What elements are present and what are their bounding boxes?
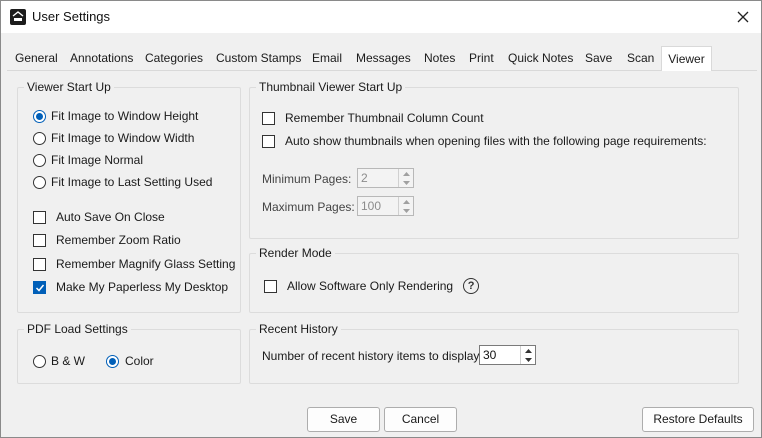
tab-annotations[interactable]: Annotations (70, 47, 133, 70)
radio-button[interactable] (33, 131, 46, 145)
checkbox[interactable] (262, 111, 275, 125)
minimum-pages-value[interactable]: 2 (358, 169, 398, 187)
checkbox-remember-zoom[interactable]: Remember Zoom Ratio (33, 233, 181, 247)
tab-custom-stamps[interactable]: Custom Stamps (216, 47, 301, 70)
window-title: User Settings (32, 9, 111, 24)
maximum-pages-label: Maximum Pages: (262, 200, 355, 214)
recent-history-stepper[interactable]: 30 (479, 345, 536, 365)
checkbox-software-rendering[interactable]: Allow Software Only Rendering ? (264, 278, 480, 294)
pdf-load-settings-label: PDF Load Settings (24, 322, 131, 336)
viewer-tab-panel: Viewer Start Up Fit Image to Window Heig… (7, 71, 757, 398)
radio-bw[interactable]: B & W (33, 354, 85, 368)
tab-email[interactable]: Email (312, 47, 342, 70)
close-button[interactable] (729, 5, 757, 29)
checkbox-auto-show-thumbnails[interactable]: Auto show thumbnails when opening files … (262, 134, 707, 148)
close-icon (737, 11, 749, 23)
checkbox[interactable] (33, 233, 46, 247)
radio-button[interactable] (33, 109, 46, 123)
checkbox-label: Make My Paperless My Desktop (56, 280, 229, 294)
checkbox[interactable] (33, 280, 46, 294)
pdf-load-settings-group: PDF Load Settings B & W Color (17, 322, 241, 384)
spin-down-icon[interactable] (399, 206, 413, 215)
user-settings-window: User Settings General Annotations Catego… (0, 0, 762, 438)
checkbox-label: Remember Thumbnail Column Count (285, 111, 484, 125)
recent-history-items-label: Number of recent history items to displa… (262, 349, 483, 363)
spin-up-icon[interactable] (399, 169, 413, 178)
radio-color[interactable]: Color (106, 354, 154, 368)
checkbox-auto-save-on-close[interactable]: Auto Save On Close (33, 210, 165, 224)
maximum-pages-value[interactable]: 100 (358, 197, 398, 215)
tab-scan[interactable]: Scan (627, 47, 654, 70)
tab-notes[interactable]: Notes (424, 47, 455, 70)
radio-label: Color (125, 354, 154, 368)
thumbnail-startup-group: Thumbnail Viewer Start Up Remember Thumb… (249, 80, 739, 239)
restore-defaults-button[interactable]: Restore Defaults (642, 407, 754, 432)
checkbox-remember-magnify[interactable]: Remember Magnify Glass Setting (33, 257, 235, 271)
checkbox[interactable] (262, 134, 275, 148)
checkbox-label: Remember Zoom Ratio (56, 233, 181, 247)
checkmark-icon (35, 284, 45, 292)
radio-button[interactable] (33, 153, 46, 167)
radio-label: Fit Image Normal (51, 153, 144, 167)
radio-fit-image-normal[interactable]: Fit Image Normal (33, 153, 143, 167)
radio-button[interactable] (33, 175, 46, 189)
checkbox-label: Auto show thumbnails when opening files … (285, 134, 707, 148)
checkbox[interactable] (264, 279, 277, 293)
tab-categories[interactable]: Categories (145, 47, 203, 70)
checkbox-paperless-desktop[interactable]: Make My Paperless My Desktop (33, 280, 228, 294)
paperless-app-icon (10, 9, 26, 25)
render-mode-label: Render Mode (256, 246, 335, 260)
cancel-button[interactable]: Cancel (384, 407, 457, 432)
tab-print[interactable]: Print (469, 47, 494, 70)
checkbox-label: Remember Magnify Glass Setting (56, 257, 236, 271)
checkbox-label: Auto Save On Close (56, 210, 165, 224)
radio-label: Fit Image to Window Height (51, 109, 199, 123)
spin-down-icon[interactable] (399, 178, 413, 187)
recent-history-label: Recent History (256, 322, 341, 336)
tab-quick-notes[interactable]: Quick Notes (508, 47, 573, 70)
radio-fit-last-setting[interactable]: Fit Image to Last Setting Used (33, 175, 212, 189)
tab-messages[interactable]: Messages (356, 47, 411, 70)
spin-up-icon[interactable] (521, 346, 535, 355)
maximum-pages-stepper[interactable]: 100 (357, 196, 414, 216)
minimum-pages-stepper[interactable]: 2 (357, 168, 414, 188)
radio-button[interactable] (106, 354, 119, 368)
thumbnail-startup-label: Thumbnail Viewer Start Up (256, 80, 406, 94)
render-mode-group: Render Mode Allow Software Only Renderin… (249, 246, 739, 313)
spin-up-icon[interactable] (399, 197, 413, 206)
help-icon[interactable]: ? (463, 278, 480, 294)
radio-label: B & W (51, 354, 86, 368)
settings-tabstrip: General Annotations Categories Custom St… (7, 46, 757, 71)
tab-viewer[interactable]: Viewer (661, 46, 712, 71)
save-button[interactable]: Save (307, 407, 380, 432)
viewer-startup-group: Viewer Start Up Fit Image to Window Heig… (17, 80, 241, 313)
radio-label: Fit Image to Window Width (51, 131, 195, 145)
radio-fit-window-width[interactable]: Fit Image to Window Width (33, 131, 194, 145)
minimum-pages-label: Minimum Pages: (262, 172, 352, 186)
tab-general[interactable]: General (15, 47, 58, 70)
checkbox[interactable] (33, 210, 46, 224)
tab-save[interactable]: Save (585, 47, 612, 70)
radio-fit-window-height[interactable]: Fit Image to Window Height (33, 109, 198, 123)
radio-label: Fit Image to Last Setting Used (51, 175, 213, 189)
viewer-startup-label: Viewer Start Up (24, 80, 114, 94)
checkbox[interactable] (33, 257, 46, 271)
recent-history-value[interactable]: 30 (480, 346, 520, 364)
title-bar: User Settings (1, 1, 761, 33)
checkbox-label: Allow Software Only Rendering (287, 279, 454, 293)
radio-button[interactable] (33, 354, 46, 368)
spin-down-icon[interactable] (521, 355, 535, 364)
recent-history-group: Recent History Number of recent history … (249, 322, 739, 384)
checkbox-remember-thumbnail-columns[interactable]: Remember Thumbnail Column Count (262, 111, 484, 125)
